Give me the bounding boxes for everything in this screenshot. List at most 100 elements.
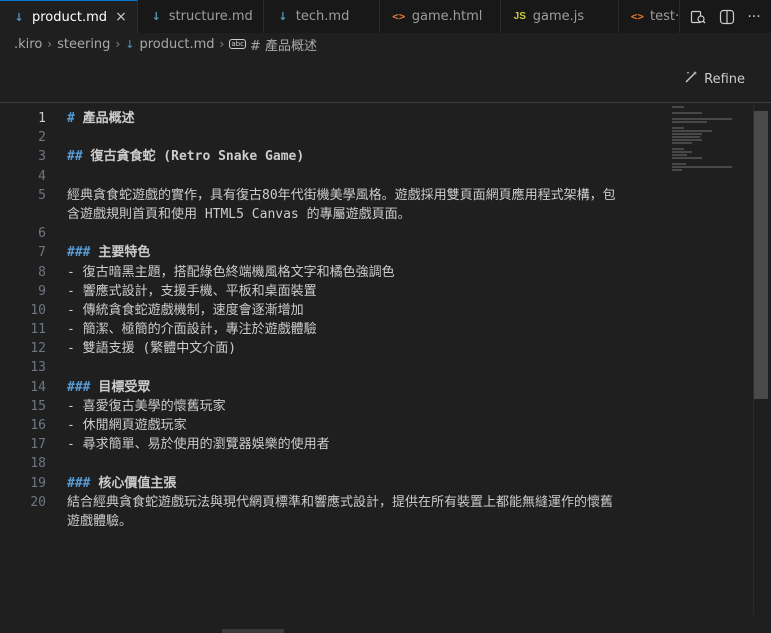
refine-bar: Refine (0, 55, 771, 102)
scrollbar-thumb[interactable] (754, 111, 768, 399)
minimap-line (672, 133, 702, 135)
line-text: - 復古暗黑主題，搭配綠色終端機風格文字和橘色強調色 (67, 264, 395, 280)
vertical-scrollbar[interactable] (753, 103, 771, 615)
line-text: 經典貪食蛇遊戲的實作，具有復古80年代街機美學風格。遊戲採用雙頁面網頁應用程式架… (67, 187, 616, 203)
tab-structure-md[interactable]: ↓ structure.md (137, 0, 264, 33)
code-content[interactable]: # 產品概述 ## 復古貪食蛇 (Retro Snake Game) 經典貪食蛇遊戲… (67, 109, 667, 531)
heading-line[interactable]: ### 目標受眾 (67, 378, 667, 397)
tab-label: product.md (32, 9, 108, 25)
blank-line[interactable] (67, 167, 667, 186)
markdown-icon: ↓ (151, 10, 161, 23)
breadcrumb-file[interactable]: product.md (139, 37, 214, 52)
tab-tech-md[interactable]: ↓ tech.md (263, 0, 380, 33)
chevron-right-icon: › (47, 37, 53, 51)
heading-line[interactable]: ## 復古貪食蛇 (Retro Snake Game) (67, 147, 667, 166)
line-text: - 傳統貪食蛇遊戲機制，速度會逐漸增加 (67, 302, 304, 318)
minimap-line (672, 121, 707, 123)
line-text: 含遊戲規則首頁和使用 HTML5 Canvas 的專屬遊戲頁面。 (67, 206, 411, 222)
tab-product-md[interactable]: ↓ product.md × (0, 0, 138, 33)
horizontal-scrollbar[interactable] (0, 615, 771, 633)
magic-wand-icon (684, 70, 698, 88)
minimap-line (672, 136, 700, 138)
line-number: 1 (38, 111, 46, 126)
line-number: 16 (30, 418, 46, 433)
line-number: 19 (30, 475, 46, 491)
text-line[interactable]: 經典貪食蛇遊戲的實作，具有復古80年代街機美學風格。遊戲採用雙頁面網頁應用程式架… (67, 186, 667, 205)
text-line[interactable]: - 尋求簡單、易於使用的瀏覽器娛樂的使用者 (67, 435, 667, 454)
line-number: 10 (30, 302, 46, 318)
line-number: 9 (38, 283, 46, 299)
blank-line[interactable] (67, 128, 667, 147)
text-line[interactable]: - 簡潔、極簡的介面設計，專注於遊戲體驗 (67, 320, 667, 339)
line-text: 產品概述 (82, 111, 135, 126)
minimap-line (672, 106, 684, 108)
line-number: 17 (30, 437, 46, 453)
text-line[interactable]: - 雙語支援 (繁體中文介面) (67, 339, 667, 358)
minimap-line (672, 127, 684, 129)
line-text: - 響應式設計，支援手機、平板和桌面裝置 (67, 283, 317, 299)
line-text: - 喜愛復古美學的懷舊玩家 (67, 398, 226, 414)
heading-line[interactable]: # 產品概述 (67, 109, 667, 128)
html-icon: <> (630, 10, 645, 23)
breadcrumb-subfolder[interactable]: steering (57, 37, 110, 52)
text-line[interactable]: - 響應式設計，支援手機、平板和桌面裝置 (67, 282, 667, 301)
heading-marker: ### (67, 245, 99, 261)
line-text: 復古貪食蛇 (Retro Snake Game) (90, 149, 305, 165)
text-line[interactable]: 遊戲體驗。 (67, 512, 667, 531)
tab-label: tech.md (295, 9, 350, 24)
horizontal-scrollbar-thumb[interactable] (222, 629, 284, 633)
tab-game-js[interactable]: JS game.js (500, 0, 619, 33)
more-actions-icon[interactable]: ··· (747, 9, 760, 25)
breadcrumb-symbol[interactable]: # 產品概述 (250, 35, 317, 54)
text-line[interactable]: - 傳統貪食蛇遊戲機制，速度會逐漸增加 (67, 301, 667, 320)
minimap-line (672, 157, 702, 159)
minimap-line (672, 166, 732, 168)
minimap-line (672, 142, 692, 144)
markdown-icon: ↓ (278, 10, 288, 23)
line-number: 15 (30, 398, 46, 414)
html-icon: <> (392, 10, 406, 23)
line-number: 2 (38, 130, 46, 146)
text-line[interactable]: 結合經典貪食蛇遊戲玩法與現代網頁標準和響應式設計，提供在所有裝置上都能無縫運作的… (67, 493, 667, 512)
line-number: 4 (38, 168, 46, 184)
split-editor-icon[interactable] (719, 9, 735, 25)
string-symbol-icon: abc (229, 39, 246, 49)
editor-actions: ··· (679, 0, 771, 33)
text-line[interactable]: 含遊戲規則首頁和使用 HTML5 Canvas 的專屬遊戲頁面。 (67, 205, 667, 224)
tab-game-html[interactable]: <> game.html (379, 0, 501, 33)
blank-line[interactable] (67, 455, 667, 474)
minimap-line (672, 130, 712, 132)
tab-test[interactable]: <> test· (618, 0, 683, 33)
line-number: 8 (38, 264, 46, 280)
tab-label: game.js (532, 9, 585, 24)
minimap-line (672, 148, 684, 150)
heading-line[interactable]: ### 主要特色 (67, 243, 667, 262)
breadcrumb-folder[interactable]: .kiro (14, 37, 42, 52)
line-number: 7 (38, 245, 46, 261)
breadcrumb: .kiro › steering › ↓ product.md › abc # … (0, 33, 771, 55)
minimap-line (672, 154, 687, 156)
text-line[interactable]: - 喜愛復古美學的懷舊玩家 (67, 397, 667, 416)
line-number: 13 (30, 360, 46, 376)
blank-line[interactable] (67, 224, 667, 243)
line-number: 3 (38, 149, 46, 165)
js-icon: JS (513, 11, 526, 22)
line-number: 20 (30, 494, 46, 510)
heading-marker: ## (67, 149, 91, 165)
line-number: 6 (38, 226, 46, 242)
refine-button[interactable]: Refine (684, 70, 745, 88)
minimap[interactable] (672, 106, 752, 171)
line-number: 12 (30, 341, 46, 357)
close-icon[interactable]: × (115, 9, 127, 25)
blank-line[interactable] (67, 359, 667, 378)
heading-line[interactable]: ### 核心價值主張 (67, 474, 667, 493)
code-editor[interactable]: 1 2 3 4 5 6 7 8 9 10 11 12 13 14 15 16 17 18 19 20 # 產品概述 ##… (0, 103, 771, 615)
line-text: 目標受眾 (98, 379, 151, 395)
text-line[interactable]: - 休閒網頁遊戲玩家 (67, 416, 667, 435)
tab-label: test· (650, 9, 680, 24)
line-number-gutter: 1 2 3 4 5 6 7 8 9 10 11 12 13 14 15 16 17 18 19 20 (0, 109, 46, 531)
editor-window: ↓ product.md × ↓ structure.md ↓ tech.md … (0, 0, 771, 633)
line-text: - 簡潔、極簡的介面設計，專注於遊戲體驗 (67, 322, 317, 338)
open-preview-icon[interactable] (690, 9, 706, 25)
text-line[interactable]: - 復古暗黑主題，搭配綠色終端機風格文字和橘色強調色 (67, 263, 667, 282)
